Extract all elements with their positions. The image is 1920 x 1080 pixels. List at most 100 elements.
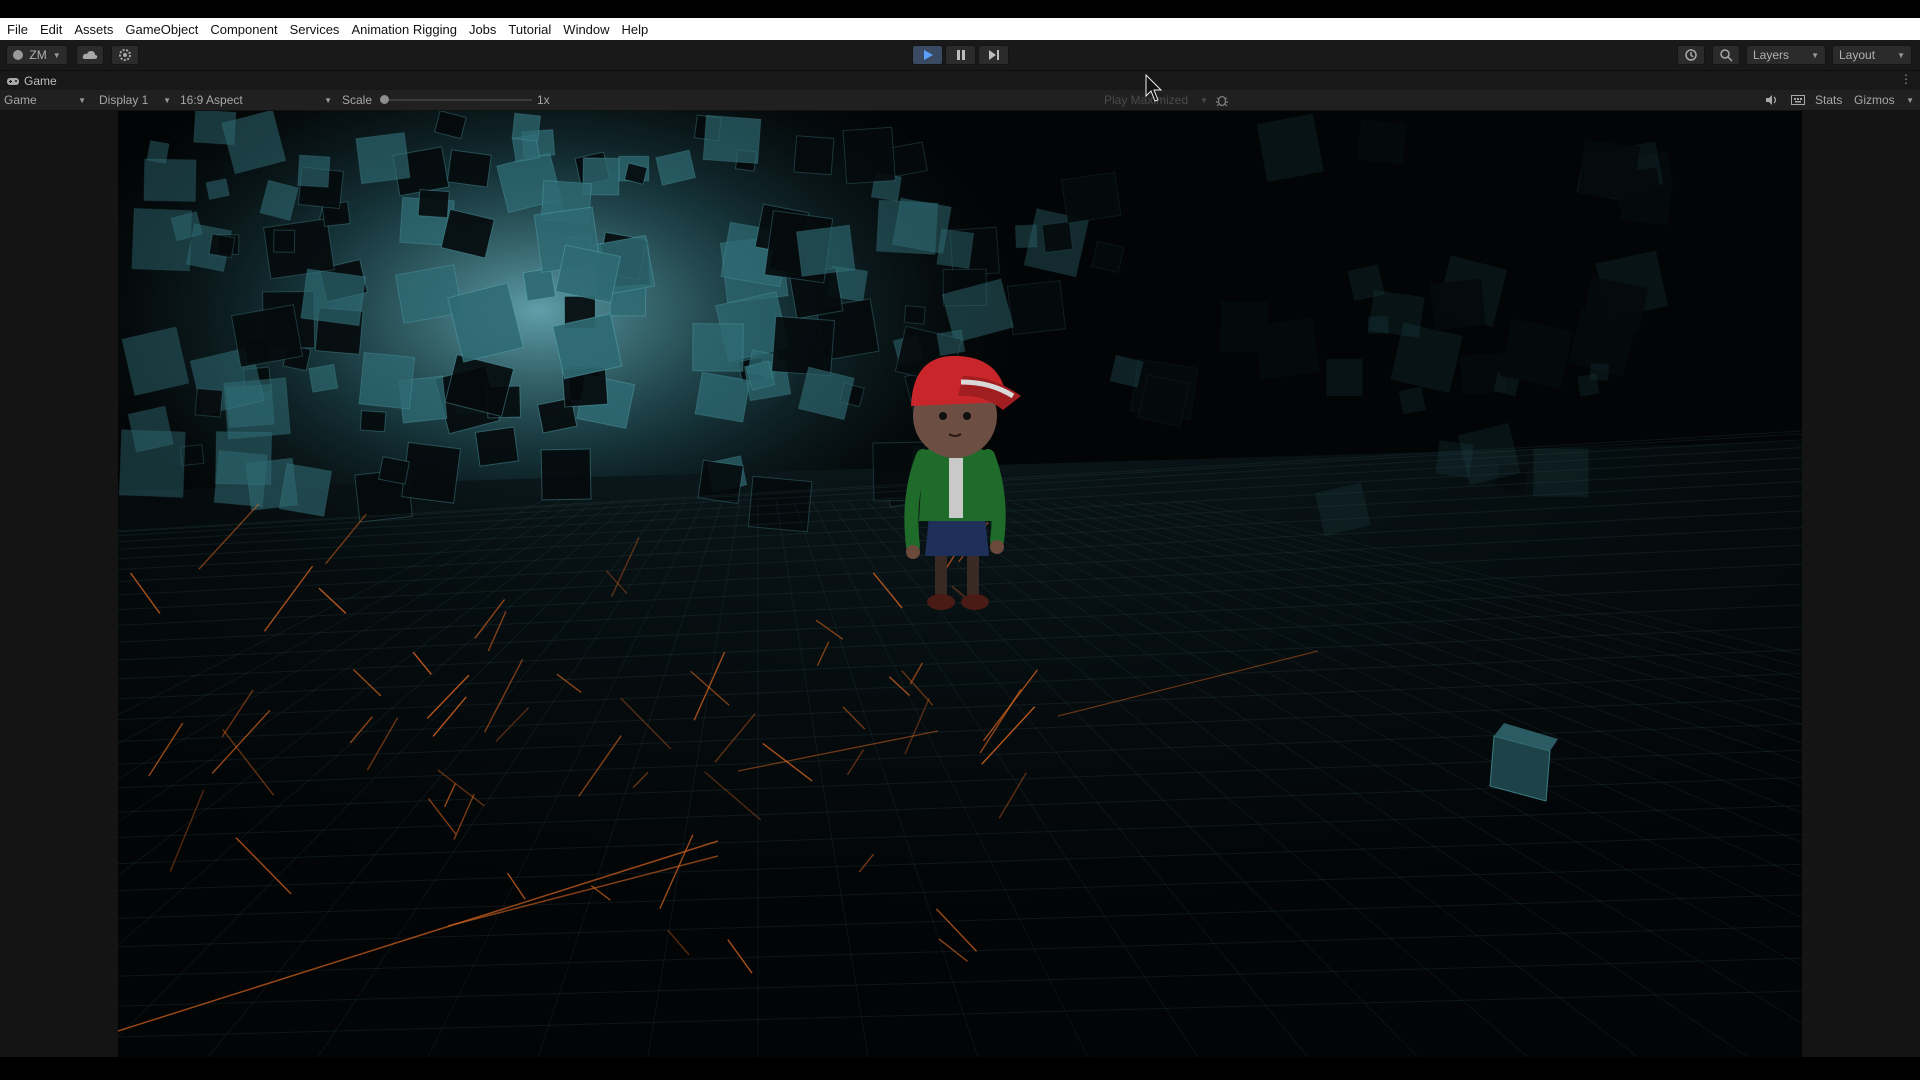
scale-value: 1x [537,93,550,107]
menu-help[interactable]: Help [616,22,655,37]
scale-slider-track [380,99,532,101]
aspect-label: 16:9 Aspect [180,93,243,107]
cube [1577,373,1600,397]
play-icon [923,50,933,60]
layers-label: Layers [1753,48,1790,62]
chevron-down-icon: ▼ [1906,95,1914,105]
cube [1060,171,1122,224]
cube [1356,119,1407,165]
cube [378,456,410,485]
mode-dropdown[interactable]: Game ▼ [4,90,86,110]
step-button[interactable] [978,45,1009,65]
cube [308,363,339,393]
menu-gameobject[interactable]: GameObject [119,22,204,37]
play-button[interactable] [912,45,943,65]
menu-jobs[interactable]: Jobs [463,22,502,37]
cube [1612,167,1663,210]
layers-dropdown[interactable]: Layers ▼ [1746,45,1826,65]
cube [694,371,751,423]
tab-game[interactable]: Game [6,71,57,90]
step-icon [988,50,999,60]
cube [771,315,836,377]
cube [1429,278,1486,331]
chevron-down-icon: ▼ [1897,50,1905,60]
cube [1326,358,1363,397]
cube [903,305,926,325]
cube [522,267,557,302]
mute-audio-toggle[interactable] [1765,90,1779,110]
scale-label: Scale [342,93,373,107]
cube [1041,221,1074,253]
cube [127,405,174,453]
shortcuts-toggle[interactable] [1791,90,1805,110]
cube [1256,113,1324,183]
menu-component[interactable]: Component [204,22,283,37]
cube [401,441,462,504]
game-scene [118,111,1802,1057]
gizmos-dropdown[interactable]: Gizmos ▼ [1854,90,1914,110]
cube [214,431,273,486]
search-button[interactable] [1712,45,1740,65]
game-viewport[interactable] [118,111,1802,1057]
main-toolbar: ZM ▼ Layers ▼ Layout ▼ [0,40,1920,71]
cube [1137,373,1191,428]
cube [1533,448,1589,497]
menu-assets[interactable]: Assets [68,22,119,37]
stats-toggle[interactable]: Stats [1815,90,1842,110]
menu-file[interactable]: File [0,22,34,37]
menu-services[interactable]: Services [284,22,346,37]
cube [795,224,856,277]
cube [474,426,519,467]
cube [842,126,896,185]
display-dropdown[interactable]: Display 1 ▼ [99,90,171,110]
display-label: Display 1 [99,93,149,107]
chevron-down-icon: ▼ [1200,95,1208,105]
cube [278,463,333,517]
menu-animation-rigging[interactable]: Animation Rigging [345,22,463,37]
scale-slider-thumb[interactable] [380,95,389,104]
keyboard-icon [1791,95,1805,105]
cube [297,154,331,188]
game-view-bar: Game ▼ Display 1 ▼ 16:9 Aspect ▼ Scale 1… [0,90,1920,111]
mode-label: Game [4,93,37,107]
layout-dropdown[interactable]: Layout ▼ [1832,45,1912,65]
cube [446,149,492,188]
history-icon [1685,49,1697,61]
cube [355,132,411,185]
bug-toggle[interactable] [1215,90,1229,110]
cube [936,228,975,270]
menu-bar: File Edit Assets GameObject Component Se… [0,18,1920,40]
cube [1499,318,1573,389]
menu-tutorial[interactable]: Tutorial [502,22,557,37]
scale-slider[interactable] [380,90,532,110]
more-options-icon[interactable]: ⋮ [1900,73,1912,85]
collab-button[interactable] [111,45,139,65]
pause-button[interactable] [945,45,976,65]
account-label: ZM [29,48,47,62]
cube [793,135,835,176]
aspect-dropdown[interactable]: 16:9 Aspect ▼ [180,90,332,110]
tab-game-label: Game [24,73,57,88]
cube [1109,355,1144,388]
cube [1014,224,1038,249]
cloud-button[interactable] [76,45,104,65]
cube [143,158,197,203]
cube [1091,240,1125,274]
pause-icon [956,50,965,60]
cube [1220,301,1269,353]
search-icon [1720,49,1733,62]
cube [702,114,762,164]
chevron-down-icon: ▼ [52,50,61,60]
account-dropdown[interactable]: ZM ▼ [6,45,68,65]
cube [692,323,744,372]
cube [300,268,367,327]
chevron-down-icon: ▼ [163,95,171,105]
undo-history-button[interactable] [1677,45,1705,65]
mouse-cursor-icon [1145,74,1163,102]
cube [1398,386,1426,415]
cube [121,326,190,397]
bottom-strip [0,1057,1920,1080]
menu-edit[interactable]: Edit [34,22,68,37]
cube [511,112,542,142]
menu-window[interactable]: Window [557,22,615,37]
